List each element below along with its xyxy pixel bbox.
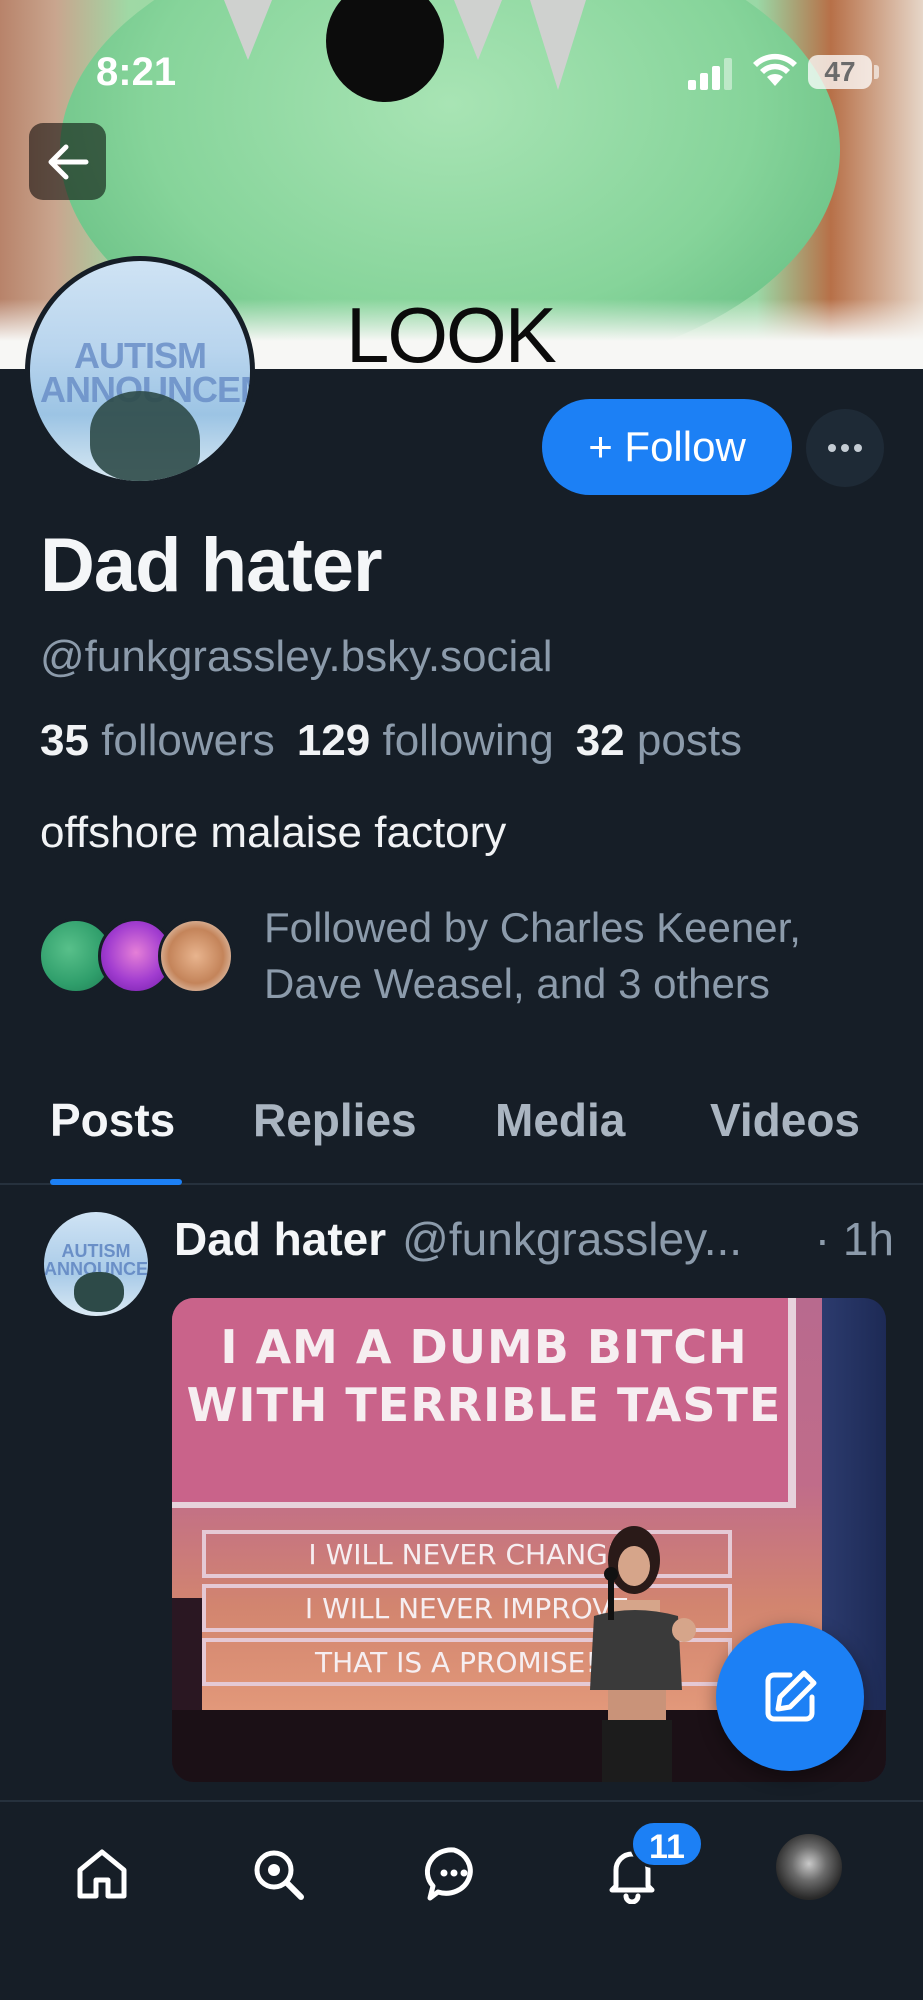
following-count: 129 bbox=[296, 716, 371, 765]
nav-search[interactable] bbox=[246, 1842, 310, 1906]
profile-tabs: Posts Replies Media Videos bbox=[0, 1085, 923, 1185]
ellipsis-icon bbox=[828, 444, 862, 452]
battery-indicator: 47 bbox=[808, 55, 872, 89]
follow-button-label: + Follow bbox=[588, 423, 746, 470]
status-bar: 8:21 47 bbox=[0, 0, 923, 140]
notification-badge: 11 bbox=[630, 1820, 704, 1868]
post-header: Dad hater @funkgrassley... · 1h bbox=[174, 1212, 894, 1266]
profile-bio: offshore malaise factory bbox=[40, 808, 507, 857]
tab-posts[interactable]: Posts bbox=[50, 1093, 175, 1147]
back-button[interactable] bbox=[29, 123, 106, 200]
followed-by-text[interactable]: Followed by Charles Keener, Dave Weasel,… bbox=[264, 900, 904, 1012]
compose-post-button[interactable] bbox=[716, 1623, 864, 1771]
profile-avatar[interactable]: AUTISM ANNOUNCEMENT bbox=[25, 256, 255, 486]
bottom-navigation bbox=[0, 1800, 923, 2000]
tab-videos[interactable]: Videos bbox=[710, 1093, 860, 1147]
home-icon bbox=[77, 1849, 127, 1899]
performer-figure bbox=[590, 1526, 696, 1782]
post-author-avatar[interactable]: AUTISM ANNOUNCEMENT bbox=[44, 1212, 148, 1316]
wifi-icon bbox=[753, 53, 797, 86]
post-avatar-figure bbox=[74, 1272, 124, 1312]
display-name: Dad hater bbox=[40, 523, 383, 608]
status-time: 8:21 bbox=[96, 50, 177, 94]
follow-button[interactable]: + Follow bbox=[542, 399, 792, 495]
active-tab-indicator bbox=[50, 1179, 182, 1185]
posts-stat: 32 posts bbox=[576, 716, 742, 765]
following-label: following bbox=[382, 716, 554, 765]
known-follower-avatar bbox=[158, 918, 234, 994]
known-followers-avatars[interactable] bbox=[38, 918, 238, 994]
chat-icon bbox=[424, 1847, 473, 1901]
followers-count: 35 bbox=[40, 716, 89, 765]
tab-replies[interactable]: Replies bbox=[253, 1093, 417, 1147]
arrow-left-icon bbox=[48, 144, 88, 179]
battery-tip bbox=[874, 65, 879, 79]
screen-headline: I AM A DUMB BITCH WITH TERRIBLE TASTE bbox=[186, 1320, 782, 1432]
followers-link[interactable]: 35 followers bbox=[40, 716, 275, 765]
user-handle: @funkgrassley.bsky.social bbox=[40, 632, 553, 681]
nav-home[interactable] bbox=[70, 1842, 134, 1906]
banner-caption: LOOK bbox=[346, 291, 557, 369]
posts-label: posts bbox=[636, 716, 743, 765]
following-link[interactable]: 129 following bbox=[297, 716, 554, 765]
more-options-button[interactable] bbox=[806, 409, 884, 487]
nav-profile-avatar[interactable] bbox=[776, 1834, 842, 1900]
tab-media[interactable]: Media bbox=[495, 1093, 625, 1147]
projection-screen: I AM A DUMB BITCH WITH TERRIBLE TASTE I … bbox=[172, 1298, 822, 1710]
nav-chat[interactable] bbox=[422, 1842, 486, 1906]
post-author-handle[interactable]: @funkgrassley... bbox=[402, 1212, 742, 1266]
post-timestamp[interactable]: · 1h bbox=[815, 1212, 894, 1266]
post-author-name[interactable]: Dad hater bbox=[174, 1212, 386, 1266]
compose-icon bbox=[765, 1670, 817, 1722]
signal-icon bbox=[688, 58, 732, 90]
posts-count: 32 bbox=[575, 716, 625, 765]
profile-stats: 35 followers 129 following 32 posts bbox=[40, 716, 742, 766]
followers-label: followers bbox=[101, 716, 275, 765]
screen-headline-panel: I AM A DUMB BITCH WITH TERRIBLE TASTE bbox=[172, 1298, 796, 1508]
search-icon bbox=[254, 1850, 304, 1900]
